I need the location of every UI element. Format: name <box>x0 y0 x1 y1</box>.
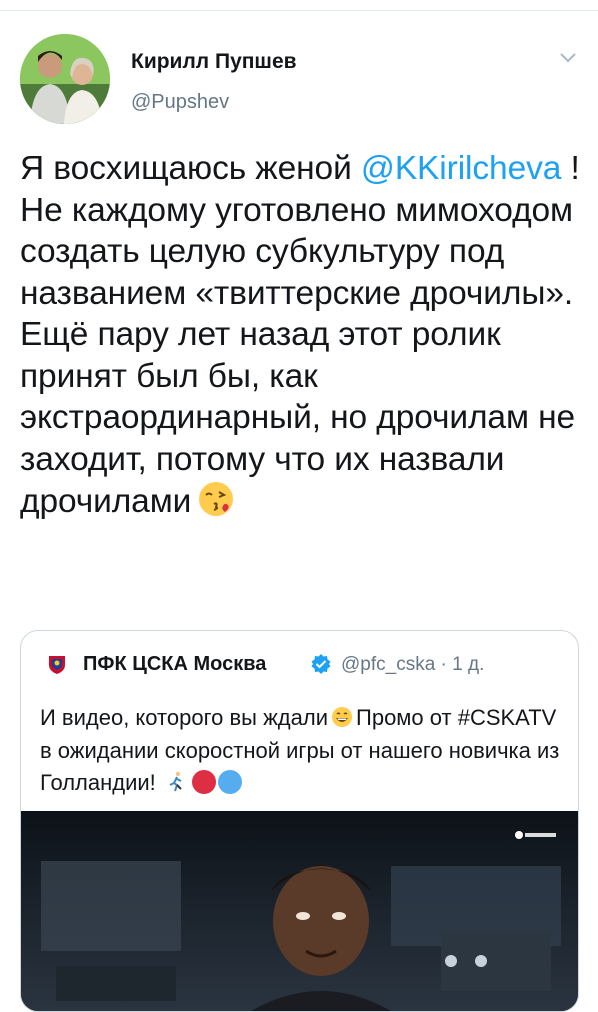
red-circle-icon <box>191 770 216 794</box>
quoted-handle[interactable]: @pfc_cska <box>341 654 435 675</box>
author-name[interactable]: Кирилл Пупшев <box>131 50 297 74</box>
runner-icon <box>169 771 182 792</box>
quoted-text-part1: И видео, которого вы ждали <box>40 705 329 730</box>
quoted-text: И видео, которого вы ждали Промо от #CSK… <box>40 702 560 800</box>
quoted-meta: @pfc_cska · 1 д. <box>341 654 485 675</box>
tweet-text-rest: ! Не каждому уготовлено мимоходом создат… <box>20 150 580 520</box>
mention-link[interactable]: @KKirilcheva <box>361 150 561 187</box>
face-blowing-kiss-icon <box>199 482 234 516</box>
grinning-face-icon <box>332 707 353 727</box>
quoted-tweet-card[interactable]: ПФК ЦСКА Москва @pfc_cska · 1 д. И видео… <box>20 630 579 1012</box>
tweet-text-start: Я восхищаюсь женой <box>20 150 352 187</box>
chevron-down-icon[interactable] <box>556 48 580 68</box>
author-avatar[interactable] <box>20 34 110 124</box>
cska-logo-icon <box>49 656 65 674</box>
top-divider <box>0 10 598 11</box>
verified-badge-icon <box>311 654 331 674</box>
quoted-author-name[interactable]: ПФК ЦСКА Москва <box>83 653 266 676</box>
tweet-text: Я восхищаюсь женой @KKirilcheva ! Не каж… <box>20 148 585 523</box>
author-handle[interactable]: @Pupshev <box>131 91 229 114</box>
avatar-photo-icon <box>20 34 110 124</box>
cskatv-watermark-icon <box>515 831 556 839</box>
blue-circle-icon <box>217 770 242 794</box>
video-frame-image <box>21 811 578 1011</box>
quoted-time[interactable]: 1 д. <box>452 654 484 675</box>
video-thumbnail[interactable] <box>21 811 578 1011</box>
